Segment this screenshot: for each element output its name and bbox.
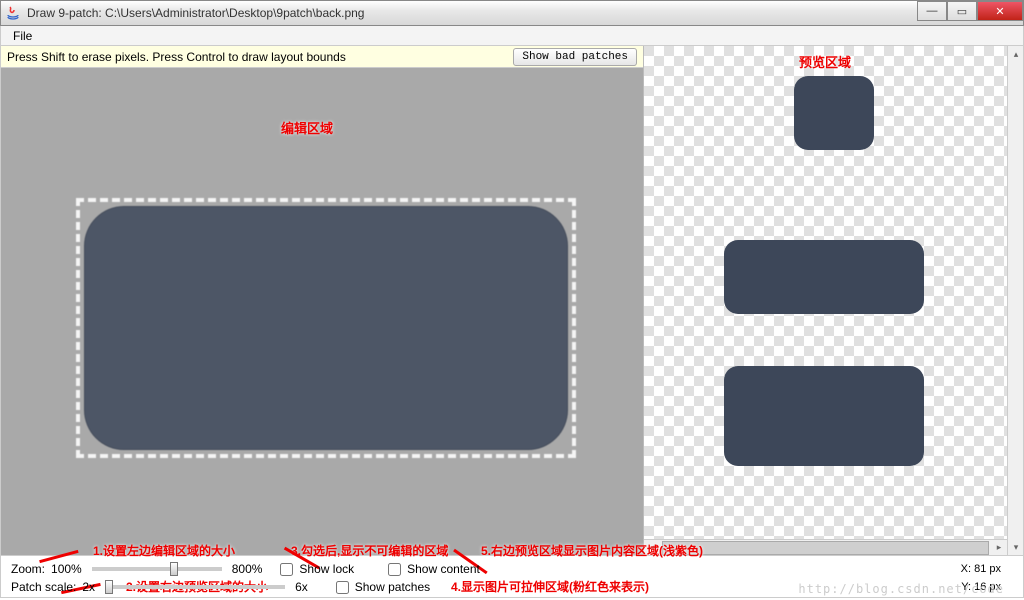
java-icon bbox=[5, 5, 21, 21]
patch-scale-slider[interactable] bbox=[105, 585, 285, 589]
minimize-button[interactable]: — bbox=[917, 1, 947, 21]
menu-file[interactable]: File bbox=[7, 27, 38, 45]
show-lock-label: Show lock bbox=[299, 562, 354, 576]
patch-content bbox=[84, 206, 568, 450]
window-title: Draw 9-patch: C:\Users\Administrator\Des… bbox=[27, 6, 364, 20]
window-controls: — ▭ ✕ bbox=[917, 1, 1023, 21]
show-content-checkbox[interactable] bbox=[388, 563, 401, 576]
y-coordinate: Y: 16 px bbox=[961, 581, 1001, 593]
menu-bar: File bbox=[0, 26, 1024, 46]
show-bad-patches-button[interactable]: Show bad patches bbox=[513, 48, 637, 66]
zoom-min: 100% bbox=[51, 562, 82, 576]
patch-min: 2x bbox=[82, 580, 95, 594]
show-content-label: Show content bbox=[407, 562, 480, 576]
hint-text: Press Shift to erase pixels. Press Contr… bbox=[7, 50, 346, 64]
patch-scale-label: Patch scale: bbox=[11, 580, 76, 594]
info-bar: Press Shift to erase pixels. Press Contr… bbox=[1, 46, 643, 68]
window-titlebar: Draw 9-patch: C:\Users\Administrator\Des… bbox=[0, 0, 1024, 26]
preview-pane: 预览区域 ▴ ▾ ◂ ▸ bbox=[644, 46, 1023, 555]
zoom-max: 800% bbox=[232, 562, 263, 576]
scroll-left-icon[interactable]: ◂ bbox=[644, 540, 660, 556]
close-button[interactable]: ✕ bbox=[977, 1, 1023, 21]
editing-pane: Press Shift to erase pixels. Press Contr… bbox=[1, 46, 644, 555]
show-lock-checkbox[interactable] bbox=[280, 563, 293, 576]
show-patches-checkbox[interactable] bbox=[336, 581, 349, 594]
maximize-button[interactable]: ▭ bbox=[947, 1, 977, 21]
scroll-up-icon[interactable]: ▴ bbox=[1008, 46, 1023, 62]
scroll-down-icon[interactable]: ▾ bbox=[1008, 539, 1023, 555]
scroll-right-icon[interactable]: ▸ bbox=[991, 540, 1007, 556]
nine-patch-image[interactable] bbox=[76, 198, 576, 458]
annotation-edit-area: 编辑区域 bbox=[281, 118, 333, 137]
horizontal-scrollbar[interactable]: ◂ ▸ bbox=[644, 539, 1007, 555]
show-patches-label: Show patches bbox=[355, 580, 430, 594]
edit-canvas[interactable]: 编辑区域 bbox=[1, 68, 643, 555]
zoom-label: Zoom: bbox=[11, 562, 45, 576]
content-area: Press Shift to erase pixels. Press Contr… bbox=[0, 46, 1024, 556]
preview-shape-wide bbox=[724, 240, 924, 314]
preview-shape-tall bbox=[724, 366, 924, 466]
x-coordinate: X: 81 px bbox=[961, 563, 1001, 575]
zoom-slider[interactable] bbox=[92, 567, 222, 571]
patch-max: 6x bbox=[295, 580, 308, 594]
controls-panel: 1.设置左边编辑区域的大小 3.勾选后,显示不可编辑的区域 5.右边预览区域显示… bbox=[0, 556, 1024, 598]
scroll-thumb[interactable] bbox=[662, 541, 989, 555]
preview-shape-small bbox=[794, 76, 874, 150]
vertical-scrollbar[interactable]: ▴ ▾ bbox=[1007, 46, 1023, 555]
